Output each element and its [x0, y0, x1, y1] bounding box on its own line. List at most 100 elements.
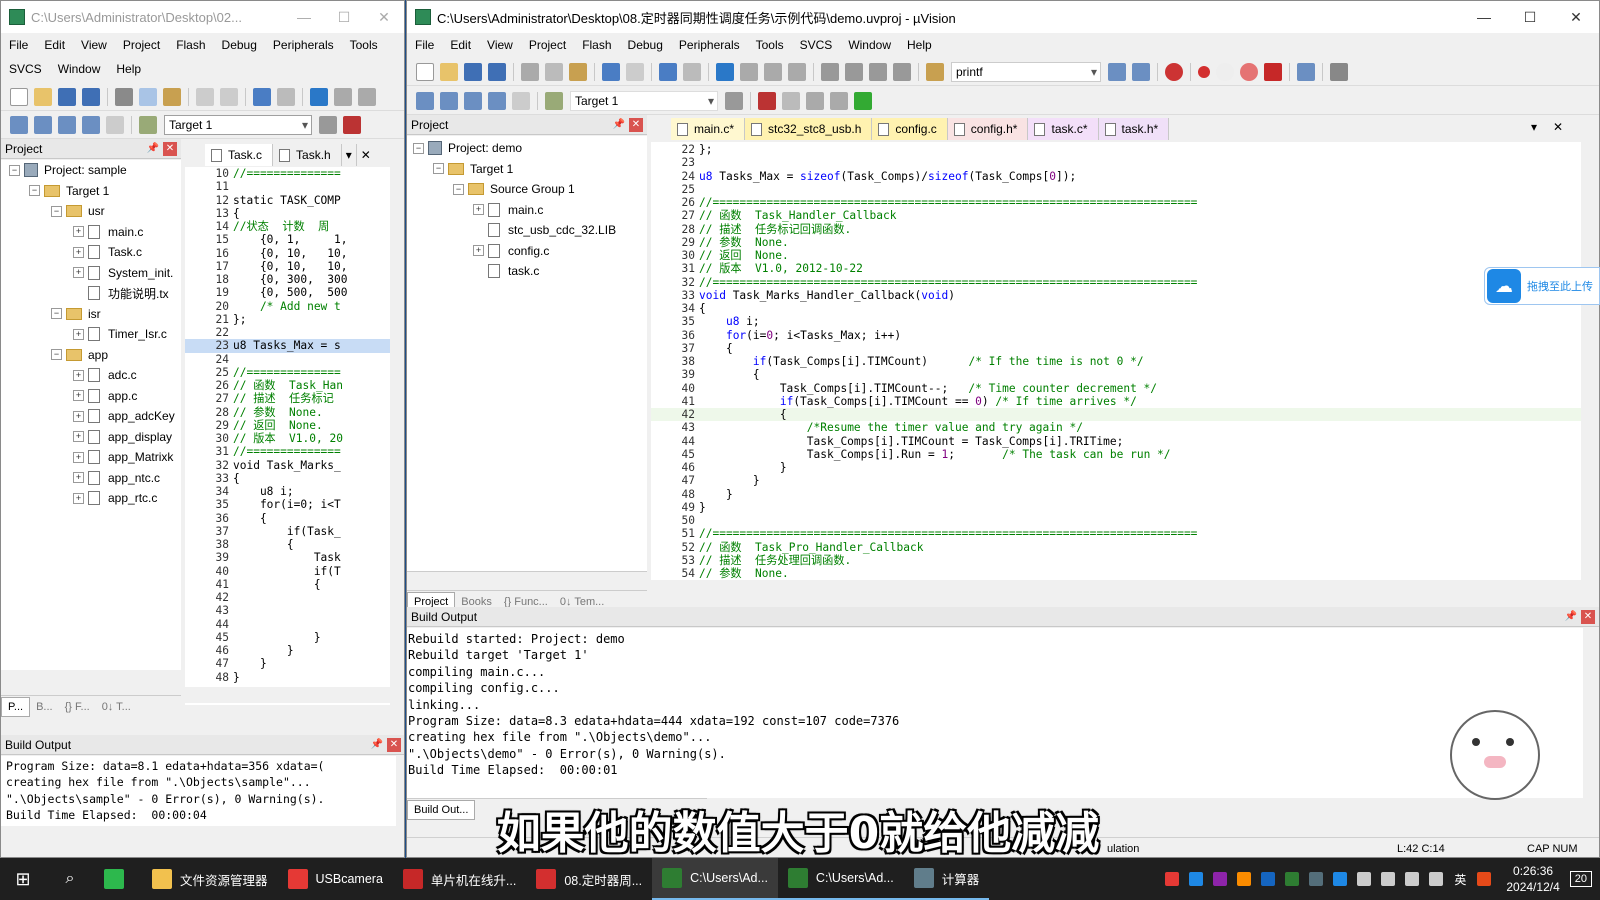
bookmark-clear-icon[interactable] [788, 62, 806, 81]
volume-icon[interactable] [1405, 872, 1420, 886]
close-button[interactable]: ✕ [1553, 1, 1599, 33]
main-build-output[interactable]: Rebuild started: Project: demo Rebuild ta… [407, 628, 1583, 798]
minimize-button[interactable]: — [1461, 1, 1507, 33]
menu-help[interactable]: Help [899, 38, 940, 52]
target-options-icon[interactable] [545, 91, 563, 110]
maximize-button[interactable]: ☐ [1507, 1, 1553, 33]
tree-file[interactable]: + app_rtc.c [9, 488, 181, 509]
editor-tab[interactable]: config.c [872, 118, 948, 140]
uncomment-icon[interactable] [893, 62, 911, 81]
menu-flash[interactable]: Flash [168, 38, 213, 52]
nav-back-icon[interactable] [659, 62, 677, 81]
tab-task-c[interactable]: Task.c [205, 144, 274, 166]
network-icon[interactable] [1381, 872, 1396, 886]
indent-icon[interactable] [821, 62, 839, 81]
disable-all-breakpoints-icon[interactable] [1240, 62, 1258, 81]
menu-view[interactable]: View [479, 38, 521, 52]
disable-breakpoint-icon[interactable] [1216, 62, 1234, 81]
tree-file[interactable]: + config.c [413, 241, 647, 262]
copy-icon[interactable] [545, 62, 563, 81]
taskbar-app-button[interactable]: C:\Users\Ad... [777, 858, 904, 900]
target-options-icon[interactable] [139, 115, 157, 134]
bookmark-icon[interactable] [716, 62, 734, 81]
menu-tools[interactable]: Tools [748, 38, 792, 52]
menu-svcs[interactable]: SVCS [792, 38, 841, 52]
pin-icon[interactable]: 📌 [371, 735, 383, 755]
taskbar-app-button[interactable]: USBcamera [278, 858, 393, 900]
menu-project[interactable]: Project [115, 38, 168, 52]
menu-view[interactable]: View [73, 38, 115, 52]
left-tree-hscroll[interactable] [1, 676, 181, 692]
battery-icon[interactable] [1357, 872, 1372, 886]
comment-icon[interactable] [869, 62, 887, 81]
select-packs-icon[interactable] [782, 91, 800, 110]
taskbar-app-button[interactable]: C:\Users\Ad... [652, 858, 778, 900]
bookmark-prev-icon[interactable] [740, 62, 758, 81]
tab-books[interactable]: Books [455, 596, 498, 608]
tab-templates[interactable]: 0↓ Tem... [554, 596, 610, 608]
stop-build-icon[interactable] [512, 91, 530, 110]
upload-side-widget[interactable]: ☁ 拖拽至此上传 [1484, 267, 1600, 305]
bookmark-next-icon[interactable] [358, 87, 376, 106]
options-wand-icon[interactable] [725, 91, 743, 110]
menu-edit[interactable]: Edit [442, 38, 479, 52]
bookmark-icon[interactable] [310, 87, 328, 106]
translate-icon[interactable] [416, 91, 434, 110]
save-all-icon[interactable] [82, 87, 100, 106]
manage-components-icon[interactable] [343, 115, 361, 134]
taskbar-app-button[interactable]: 计算器 [903, 858, 990, 900]
unindent-icon[interactable] [845, 62, 863, 81]
tab-build-output[interactable]: Build Out... [407, 799, 476, 820]
tree-file[interactable]: + Task.c [9, 242, 181, 263]
tabs-dropdown-icon[interactable]: ▾ [1531, 120, 1537, 134]
save-icon[interactable] [58, 87, 76, 106]
menu-svcs[interactable]: SVCS [1, 62, 50, 76]
tree-group[interactable]: − Source Group 1 [413, 179, 647, 200]
copy-icon[interactable] [139, 87, 157, 106]
tree-file[interactable]: task.c [413, 261, 647, 282]
tray-app-icon[interactable] [1309, 872, 1324, 886]
tray-app-icon[interactable] [1213, 872, 1228, 886]
search-icon[interactable]: ⌕ [46, 858, 94, 900]
main-editor-vscroll[interactable] [1581, 142, 1597, 580]
tree-file[interactable]: + Timer_Isr.c [9, 324, 181, 345]
main-target-select[interactable]: Target 1 [570, 90, 718, 111]
tree-root[interactable]: − Project: demo [413, 138, 647, 159]
redo-icon[interactable] [626, 62, 644, 81]
bookmark-next-icon[interactable] [764, 62, 782, 81]
tray-app-icon[interactable] [1261, 872, 1276, 886]
tab-functions[interactable]: {} Func... [498, 596, 554, 608]
open-folder-icon[interactable] [440, 62, 458, 81]
tab-functions[interactable]: {} F... [59, 701, 96, 713]
build-icon[interactable] [440, 91, 458, 110]
close-pane-icon[interactable]: ✕ [1581, 610, 1595, 624]
clock[interactable]: 0:26:36 2024/12/4 [1506, 863, 1559, 895]
options-wand-icon[interactable] [319, 115, 337, 134]
start-button[interactable]: ⊞ [0, 858, 46, 900]
paste-icon[interactable] [569, 62, 587, 81]
tree-file[interactable]: stc_usb_cdc_32.LIB [413, 220, 647, 241]
cut-icon[interactable] [521, 62, 539, 81]
tray-app-icon[interactable] [1237, 872, 1252, 886]
pin-icon[interactable]: 📌 [1565, 607, 1577, 627]
tree-file[interactable]: + main.c [9, 222, 181, 243]
build-icon[interactable] [34, 115, 52, 134]
microphone-icon[interactable] [1429, 872, 1444, 886]
incremental-find-icon[interactable] [1132, 62, 1150, 81]
tab-dropdown-icon[interactable]: ▾ [342, 144, 357, 166]
undo-icon[interactable] [196, 87, 214, 106]
tray-app-icon[interactable] [1189, 872, 1204, 886]
taskbar-app-button[interactable] [94, 858, 142, 900]
taskbar-app-button[interactable]: 单片机在线升... [393, 858, 526, 900]
new-file-icon[interactable] [416, 62, 434, 81]
build-output-vscroll[interactable] [1583, 628, 1599, 798]
main-editor-hscroll[interactable] [651, 580, 1581, 596]
editor-tab[interactable]: task.c* [1028, 118, 1099, 140]
menu-peripherals[interactable]: Peripherals [265, 38, 342, 52]
save-icon[interactable] [464, 62, 482, 81]
menu-flash[interactable]: Flash [574, 38, 619, 52]
tray-app-icon[interactable] [1285, 872, 1300, 886]
menu-file[interactable]: File [1, 38, 36, 52]
run-time-env-icon[interactable] [854, 91, 872, 110]
tree-file[interactable]: + app_display [9, 427, 181, 448]
